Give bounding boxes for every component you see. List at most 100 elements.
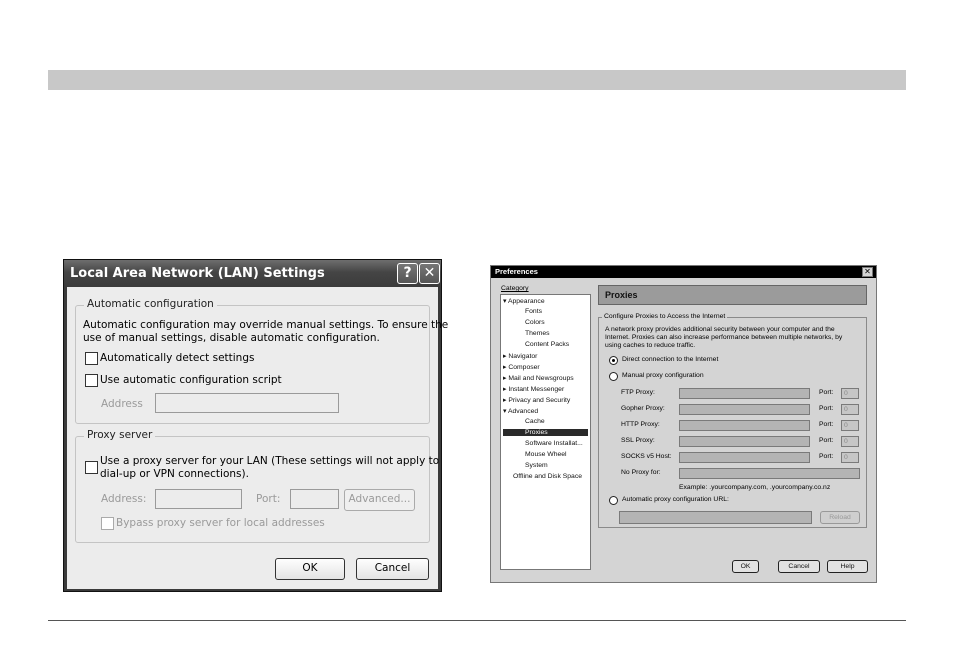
- close-icon[interactable]: ✕: [419, 263, 440, 284]
- close-icon[interactable]: ✕: [862, 267, 873, 277]
- tree-item-instant-messenger[interactable]: ▸ Instant Messenger: [503, 385, 564, 393]
- tree-label: Advanced: [507, 408, 539, 415]
- ok-button[interactable]: OK: [275, 558, 345, 580]
- gopher-port-field[interactable]: 0: [841, 404, 859, 415]
- auto-script-label[interactable]: Use automatic configuration script: [100, 374, 282, 386]
- use-proxy-checkbox[interactable]: [85, 461, 98, 474]
- tree-item-colors[interactable]: Colors: [525, 319, 545, 326]
- ftp-port-field[interactable]: 0: [841, 388, 859, 399]
- preferences-dialog: Preferences ✕ Category ▾ Appearance Font…: [490, 265, 877, 583]
- proxy-address-label: Address:: [101, 493, 147, 505]
- auto-proxy-url-field[interactable]: [619, 511, 812, 524]
- tree-item-software-install[interactable]: Software Installat...: [525, 440, 583, 447]
- ssl-proxy-label: SSL Proxy:: [621, 437, 655, 444]
- proxy-description-3: using caches to reduce traffic.: [605, 342, 696, 349]
- no-proxy-example: Example: .yourcompany.com, .yourcompany.…: [679, 484, 831, 491]
- category-tree[interactable]: ▾ Appearance Fonts Colors Themes Content…: [500, 294, 591, 570]
- tree-item-advanced[interactable]: ▾ Advanced: [503, 407, 538, 415]
- auto-proxy-url-radio[interactable]: [609, 496, 618, 505]
- group-legend: Automatic configuration: [84, 298, 217, 310]
- use-proxy-label[interactable]: Use a proxy server for your LAN (These s…: [100, 455, 439, 467]
- tree-item-composer[interactable]: ▸ Composer: [503, 363, 540, 371]
- direct-connection-label[interactable]: Direct connection to the Internet: [622, 356, 718, 363]
- tree-label: Mail and Newsgroups: [508, 375, 574, 382]
- proxy-port-field[interactable]: [290, 489, 339, 509]
- group-legend: Proxy server: [84, 429, 156, 441]
- direct-connection-radio[interactable]: [609, 356, 618, 365]
- advanced-button[interactable]: Advanced...: [344, 489, 415, 511]
- lan-settings-dialog: Local Area Network (LAN) Settings ? ✕ Au…: [63, 259, 448, 592]
- tree-item-proxies[interactable]: Proxies: [503, 429, 588, 436]
- dialog-titlebar[interactable]: Preferences ✕: [491, 266, 876, 278]
- proxy-address-field[interactable]: [155, 489, 242, 509]
- socks-host-field[interactable]: [679, 452, 810, 463]
- help-button[interactable]: Help: [827, 560, 868, 573]
- tree-label: Composer: [508, 364, 540, 371]
- footer-rule: [48, 620, 906, 621]
- tree-label: Instant Messenger: [508, 386, 565, 393]
- manual-proxy-label[interactable]: Manual proxy configuration: [622, 372, 704, 379]
- http-proxy-label: HTTP Proxy:: [621, 421, 660, 428]
- dialog-title: Preferences: [495, 267, 538, 276]
- cancel-button[interactable]: Cancel: [778, 560, 820, 573]
- dialog-body: Automatic configuration Automatic config…: [67, 287, 448, 589]
- auto-detect-label[interactable]: Automatically detect settings: [100, 352, 254, 364]
- group-legend: Configure Proxies to Access the Internet: [602, 313, 728, 320]
- gopher-proxy-field[interactable]: [679, 404, 810, 415]
- tree-item-system[interactable]: System: [525, 462, 548, 469]
- tree-item-themes[interactable]: Themes: [525, 330, 550, 337]
- manual-proxy-radio[interactable]: [609, 372, 618, 381]
- tree-item-cache[interactable]: Cache: [525, 418, 545, 425]
- socks-host-label: SOCKS v5 Host:: [621, 453, 672, 460]
- proxy-description: A network proxy provides additional secu…: [605, 326, 835, 333]
- ssl-proxy-field[interactable]: [679, 436, 810, 447]
- dialog-titlebar[interactable]: Local Area Network (LAN) Settings ? ✕: [64, 260, 441, 287]
- http-port-label: Port:: [819, 421, 834, 428]
- help-icon[interactable]: ?: [397, 263, 418, 284]
- http-proxy-field[interactable]: [679, 420, 810, 431]
- address-label: Address: [101, 398, 143, 410]
- configure-proxies-group: Configure Proxies to Access the Internet…: [598, 313, 867, 528]
- tree-item-appearance[interactable]: ▾ Appearance: [503, 297, 545, 305]
- http-port-field[interactable]: 0: [841, 420, 859, 431]
- tree-item-navigator[interactable]: ▸ Navigator: [503, 352, 537, 360]
- cancel-button[interactable]: Cancel: [356, 558, 429, 580]
- category-label: Category: [501, 285, 529, 292]
- no-proxy-field[interactable]: [679, 468, 860, 479]
- tree-label: Privacy and Security: [508, 397, 571, 404]
- no-proxy-label: No Proxy for:: [621, 469, 661, 476]
- ssl-port-field[interactable]: 0: [841, 436, 859, 447]
- auto-detect-checkbox[interactable]: [85, 352, 98, 365]
- auto-script-checkbox[interactable]: [85, 374, 98, 387]
- tree-item-mouse-wheel[interactable]: Mouse Wheel: [525, 451, 567, 458]
- panel-title: Proxies: [605, 290, 638, 300]
- proxy-description-2: Internet. Proxies can also increase perf…: [605, 334, 843, 341]
- ok-button[interactable]: OK: [732, 560, 759, 573]
- proxy-server-group: Proxy server Use a proxy server for your…: [75, 429, 439, 543]
- gopher-proxy-label: Gopher Proxy:: [621, 405, 665, 412]
- gopher-port-label: Port:: [819, 405, 834, 412]
- ftp-proxy-field[interactable]: [679, 388, 810, 399]
- tree-item-fonts[interactable]: Fonts: [525, 308, 542, 315]
- auto-proxy-url-label[interactable]: Automatic proxy configuration URL:: [622, 496, 729, 503]
- dialog-title: Local Area Network (LAN) Settings: [70, 266, 325, 281]
- tree-label: Appearance: [507, 298, 545, 305]
- header-band: [48, 70, 906, 90]
- ftp-port-label: Port:: [819, 389, 834, 396]
- tree-item-privacy[interactable]: ▸ Privacy and Security: [503, 396, 570, 404]
- panel-header: Proxies: [598, 285, 867, 305]
- auto-config-description: Automatic configuration may override man…: [83, 319, 449, 331]
- bypass-local-checkbox[interactable]: [101, 517, 114, 530]
- auto-config-description-2: use of manual settings, disable automati…: [83, 332, 380, 344]
- tree-item-offline[interactable]: Offline and Disk Space: [513, 473, 582, 480]
- use-proxy-label-2[interactable]: dial-up or VPN connections).: [100, 468, 249, 480]
- bypass-local-label[interactable]: Bypass proxy server for local addresses: [116, 517, 325, 529]
- tree-item-mail[interactable]: ▸ Mail and Newsgroups: [503, 374, 574, 382]
- script-address-field[interactable]: [155, 393, 339, 413]
- socks-port-field[interactable]: 0: [841, 452, 859, 463]
- automatic-configuration-group: Automatic configuration Automatic config…: [75, 298, 448, 424]
- proxy-port-label: Port:: [256, 493, 281, 505]
- tree-item-content-packs[interactable]: Content Packs: [525, 341, 569, 348]
- reload-button[interactable]: Reload: [820, 511, 860, 524]
- ftp-proxy-label: FTP Proxy:: [621, 389, 655, 396]
